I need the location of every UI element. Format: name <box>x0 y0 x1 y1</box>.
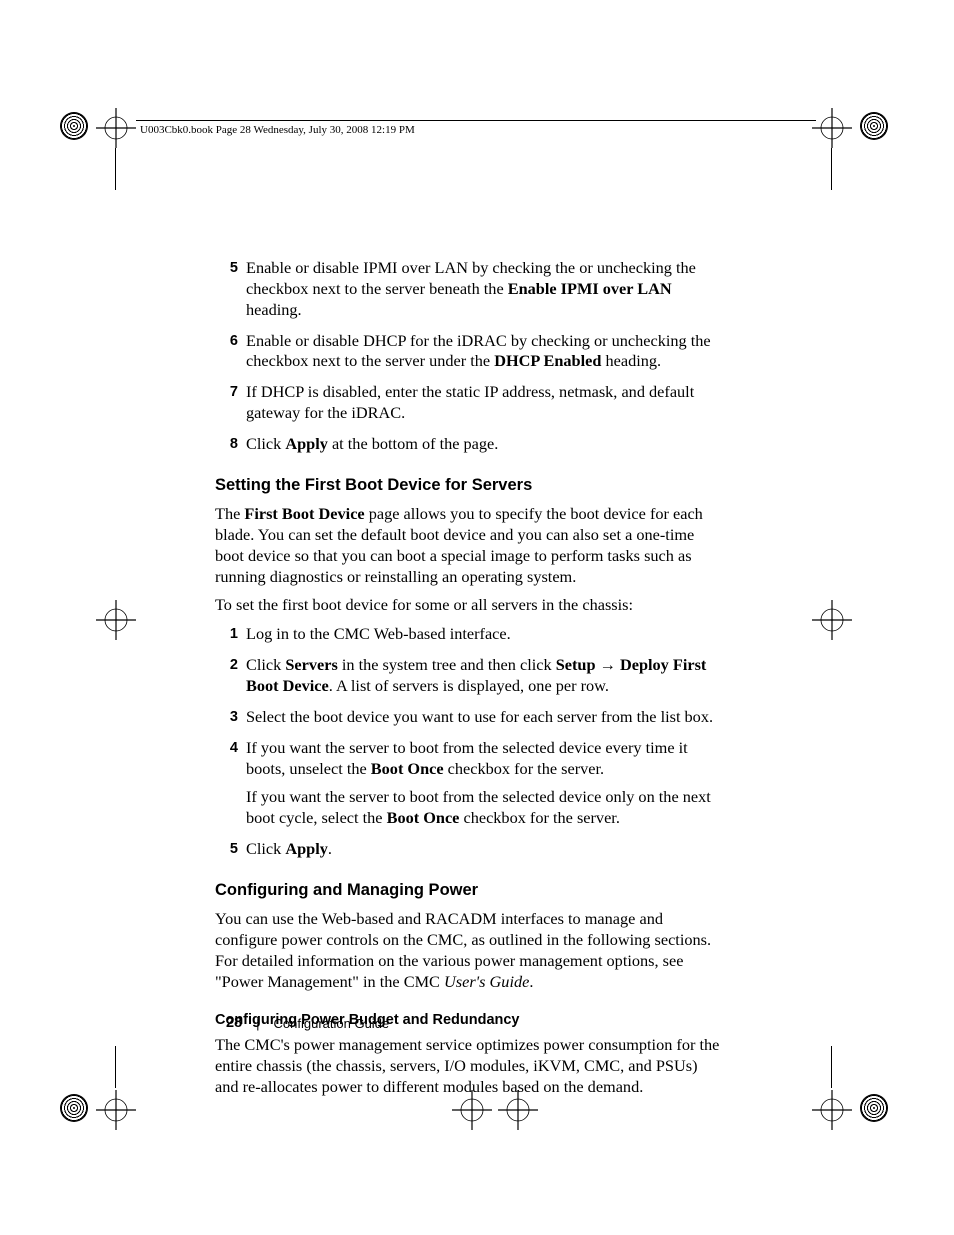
crop-target-icon <box>810 598 854 642</box>
step-item: 2Click Servers in the system tree and th… <box>215 655 725 697</box>
step-number: 7 <box>208 382 246 424</box>
page-footer: 28 | Configuration Guide <box>226 1015 389 1031</box>
heading-power: Configuring and Managing Power <box>215 880 725 901</box>
step-item: 8Click Apply at the bottom of the page. <box>215 434 725 455</box>
step-number: 3 <box>208 707 246 728</box>
crop-target-icon <box>810 1088 854 1132</box>
step-item: 6Enable or disable DHCP for the iDRAC by… <box>215 331 725 373</box>
crop-line <box>115 148 116 190</box>
step-number: 2 <box>208 655 246 697</box>
paragraph: You can use the Web-based and RACADM int… <box>215 909 725 992</box>
step-item: 4If you want the server to boot from the… <box>215 738 725 829</box>
step-body: Click Servers in the system tree and the… <box>246 655 725 697</box>
crop-ball-icon <box>860 1094 888 1122</box>
step-body: Click Apply at the bottom of the page. <box>246 434 725 455</box>
steps-list-top: 5Enable or disable IPMI over LAN by chec… <box>215 258 725 455</box>
steps-list-firstboot: 1Log in to the CMC Web-based interface. 2… <box>215 624 725 860</box>
crop-line <box>115 1046 116 1088</box>
step-body: Log in to the CMC Web-based interface. <box>246 624 725 645</box>
page: U003Cbk0.book Page 28 Wednesday, July 30… <box>0 0 954 1235</box>
step-body: If you want the server to boot from the … <box>246 738 725 829</box>
step-body: If DHCP is disabled, enter the static IP… <box>246 382 725 424</box>
step-body: Select the boot device you want to use f… <box>246 707 725 728</box>
step-number: 1 <box>208 624 246 645</box>
crop-target-icon <box>94 106 138 150</box>
step-number: 6 <box>208 331 246 373</box>
step-number: 8 <box>208 434 246 455</box>
page-content: 5Enable or disable IPMI over LAN by chec… <box>215 258 725 1106</box>
footer-sep: | <box>256 1016 259 1031</box>
crop-ball-icon <box>60 1094 88 1122</box>
step-number: 5 <box>208 258 246 321</box>
crop-line <box>831 1046 832 1088</box>
crop-target-icon <box>810 106 854 150</box>
paragraph: The First Boot Device page allows you to… <box>215 504 725 587</box>
crop-line <box>831 148 832 190</box>
step-number: 5 <box>208 839 246 860</box>
step-item: 5Enable or disable IPMI over LAN by chec… <box>215 258 725 321</box>
header-rule <box>136 120 816 121</box>
crop-target-icon <box>94 1088 138 1132</box>
step-item: 1Log in to the CMC Web-based interface. <box>215 624 725 645</box>
paragraph: To set the first boot device for some or… <box>215 595 725 616</box>
heading-first-boot: Setting the First Boot Device for Server… <box>215 475 725 496</box>
step-body: Enable or disable DHCP for the iDRAC by … <box>246 331 725 373</box>
running-header: U003Cbk0.book Page 28 Wednesday, July 30… <box>140 124 415 136</box>
step-item: 7If DHCP is disabled, enter the static I… <box>215 382 725 424</box>
step-body: Click Apply. <box>246 839 725 860</box>
paragraph: The CMC's power management service optim… <box>215 1035 725 1098</box>
crop-target-icon <box>94 598 138 642</box>
step-body: Enable or disable IPMI over LAN by check… <box>246 258 725 321</box>
crop-ball-icon <box>860 112 888 140</box>
crop-ball-icon <box>60 112 88 140</box>
footer-label: Configuration Guide <box>274 1016 390 1031</box>
step-number: 4 <box>208 738 246 829</box>
step-item: 3Select the boot device you want to use … <box>215 707 725 728</box>
step-item: 5Click Apply. <box>215 839 725 860</box>
page-number: 28 <box>226 1015 242 1031</box>
